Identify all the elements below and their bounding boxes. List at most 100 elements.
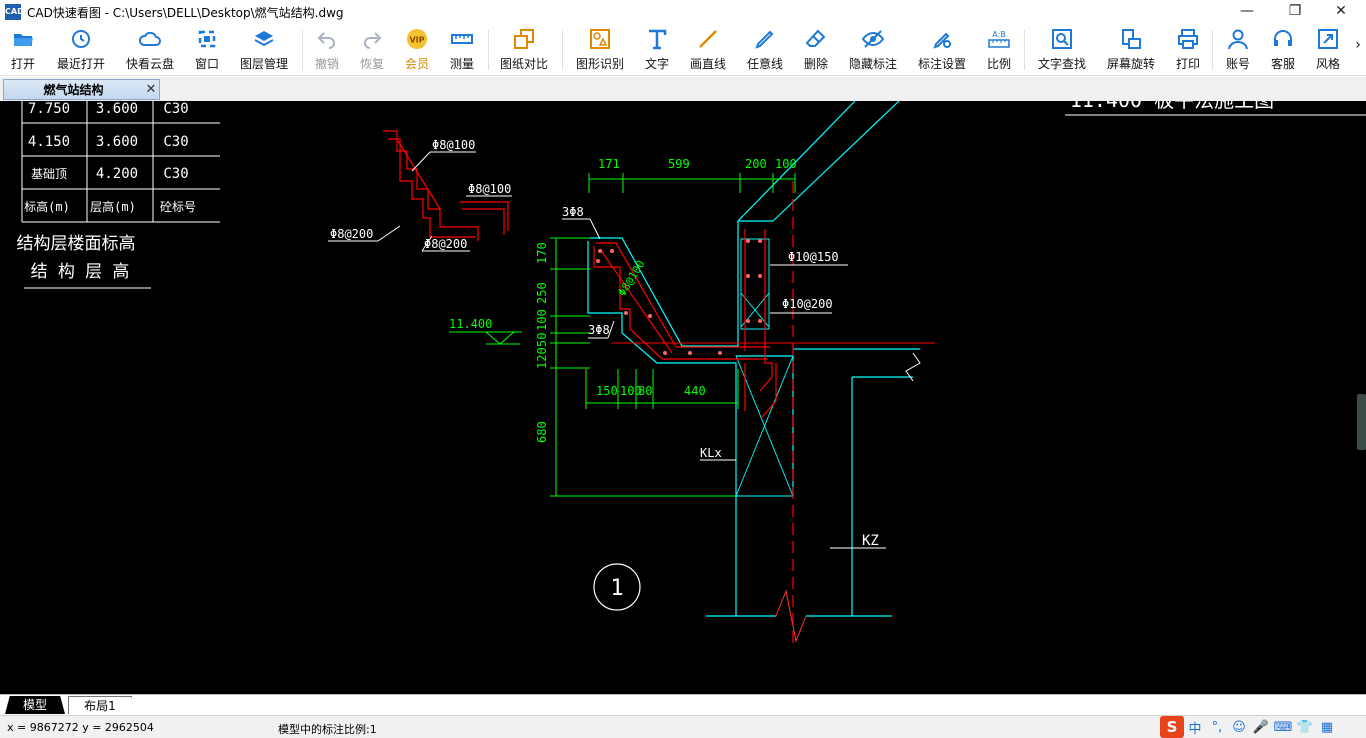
open-label: 打开 — [10, 57, 35, 71]
rotate-screen-label: 屏幕旋转 — [1106, 57, 1155, 71]
window-frame-icon — [198, 30, 216, 48]
open-button[interactable]: 打开 — [8, 27, 38, 73]
dim-bottom-1: 150 — [596, 384, 618, 398]
layers-label: 图层管理 — [239, 57, 288, 71]
cloud-icon — [138, 31, 161, 46]
emoji-icon[interactable]: ☺ — [1228, 720, 1250, 735]
microphone-icon[interactable]: 🎤 — [1250, 720, 1272, 735]
toolbar-divider — [1024, 30, 1025, 70]
draw-line-button[interactable]: 画直线 — [688, 27, 728, 73]
layers-icon — [254, 31, 274, 47]
document-tab[interactable]: 燃气站结构 ✕ — [3, 79, 160, 100]
toolbar-divider — [1212, 30, 1213, 70]
table-header-height: 层高(m) — [90, 199, 136, 214]
drawing-canvas[interactable]: 7.750 3.600 C30 4.150 3.600 C30 基础顶 4.20… — [0, 101, 1366, 694]
undo-icon — [317, 32, 335, 49]
vip-badge-icon: VIP — [407, 29, 427, 49]
table-header-elev: 标高(m) — [24, 199, 70, 214]
hide-annotation-label: 隐藏标注 — [848, 57, 897, 71]
detail-number: 1 — [610, 576, 623, 601]
ruler-icon — [451, 34, 473, 44]
beam-label: KLx — [700, 446, 722, 460]
rebar-label-6: Φ10@150 — [788, 250, 839, 264]
text-button[interactable]: 文字 — [643, 27, 671, 73]
style-button[interactable]: 风格 — [1314, 27, 1342, 73]
dim-top-3: 200 — [745, 157, 767, 171]
annotation-settings-button[interactable]: 标注设置 — [916, 27, 968, 73]
find-text-label: 文字查找 — [1037, 57, 1086, 71]
elevation-table — [21, 101, 220, 289]
cursor-coordinates: x = 9867272 y = 2962504 — [7, 721, 154, 734]
rebar-label-3: Φ8@200 — [330, 227, 373, 241]
svg-text:A:B: A:B — [992, 30, 1006, 39]
undo-label: 撤销 — [314, 57, 339, 71]
scale-icon: A:B — [988, 30, 1010, 48]
compare-button[interactable]: 图纸对比 — [498, 27, 550, 73]
find-text-button[interactable]: 文字查找 — [1036, 27, 1088, 73]
user-icon — [1228, 29, 1248, 50]
history-clock-icon — [72, 30, 90, 48]
settings-pen-icon — [933, 32, 951, 49]
rebar-label-1: Φ8@100 — [432, 138, 475, 152]
minimize-button[interactable]: — — [1224, 0, 1270, 24]
table-grade-2: C30 — [163, 134, 188, 150]
rotate-screen-button[interactable]: 屏幕旋转 — [1105, 27, 1157, 73]
headset-icon — [1274, 30, 1292, 46]
window-title: CAD快速看图 - C:\Users\DELL\Desktop\燃气站结构.dw… — [27, 5, 344, 20]
close-button[interactable]: ✕ — [1318, 0, 1364, 24]
sogou-logo-icon[interactable]: S — [1160, 716, 1184, 738]
folder-open-icon — [14, 34, 33, 46]
table-caption-2: 结 构 层 高 — [31, 262, 130, 282]
window-button[interactable]: 窗口 — [193, 27, 221, 73]
layers-button[interactable]: 图层管理 — [238, 27, 290, 73]
recognize-button[interactable]: 图形识别 — [574, 27, 626, 73]
table-grade-3: C30 — [163, 166, 188, 182]
chevron-right-icon: › — [1355, 37, 1361, 53]
ime-toolbar: S 中 °, ☺ 🎤 ⌨ 👕 ▦ — [1160, 716, 1366, 738]
print-button[interactable]: 打印 — [1174, 27, 1202, 73]
column-label: KZ — [862, 533, 879, 549]
freeline-button[interactable]: 任意线 — [745, 27, 785, 73]
toolbar-more-button[interactable]: › — [1352, 27, 1364, 73]
section-rebar — [593, 181, 935, 646]
dim-bottom-3: 80 — [638, 384, 652, 398]
keyboard-icon[interactable]: ⌨ — [1272, 720, 1294, 735]
ime-language-toggle[interactable]: 中 — [1184, 718, 1206, 737]
vip-label: 会员 — [404, 57, 429, 71]
table-height-2: 3.600 — [96, 134, 138, 150]
table-elev-1: 7.750 — [28, 101, 70, 117]
eye-hidden-icon — [861, 30, 885, 48]
account-button[interactable]: 账号 — [1224, 27, 1252, 73]
scale-label: 比例 — [986, 57, 1011, 71]
draw-line-label: 画直线 — [689, 57, 726, 71]
measure-button[interactable]: 测量 — [448, 27, 476, 73]
compare-icon — [514, 29, 534, 49]
hide-annotation-button[interactable]: 隐藏标注 — [847, 27, 899, 73]
account-label: 账号 — [1225, 57, 1250, 71]
restore-button[interactable]: ❐ — [1272, 0, 1318, 24]
vertical-scroll-handle[interactable] — [1357, 394, 1366, 450]
redo-button[interactable]: 恢复 — [358, 27, 386, 73]
scale-button[interactable]: A:B 比例 — [985, 27, 1013, 73]
text-label: 文字 — [644, 57, 669, 71]
cloud-button[interactable]: 快看云盘 — [124, 27, 176, 73]
dim-top-4: 100 — [775, 157, 797, 171]
skin-shirt-icon[interactable]: 👕 — [1294, 720, 1316, 735]
app-window: CAD CAD快速看图 - C:\Users\DELL\Desktop\燃气站结… — [0, 0, 1366, 738]
vip-button[interactable]: VIP 会员 — [403, 27, 431, 73]
ime-punctuation-toggle[interactable]: °, — [1206, 720, 1228, 735]
document-tab-strip: 燃气站结构 ✕ — [0, 77, 1366, 101]
undo-button[interactable]: 撤销 — [313, 27, 341, 73]
tab-model[interactable]: 模型 — [5, 696, 65, 714]
ime-menu-grid-icon[interactable]: ▦ — [1316, 720, 1338, 735]
tab-layout1[interactable]: 布局1 — [68, 696, 132, 714]
document-tab-label: 燃气站结构 — [43, 83, 104, 97]
delete-button[interactable]: 删除 — [802, 27, 830, 73]
rebar-label-8: 3Φ8 — [588, 323, 610, 337]
close-tab-icon[interactable]: ✕ — [143, 82, 159, 97]
recent-button[interactable]: 最近打开 — [55, 27, 107, 73]
support-button[interactable]: 客服 — [1269, 27, 1297, 73]
recognize-label: 图形识别 — [575, 57, 624, 71]
table-height-1: 3.600 — [96, 101, 138, 117]
table-elev-2: 4.150 — [28, 134, 70, 150]
